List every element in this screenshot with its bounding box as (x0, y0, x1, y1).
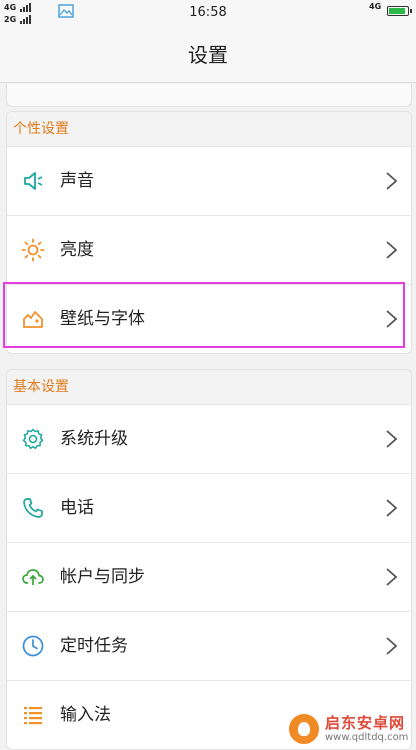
settings-item-label: 输入法 (60, 705, 111, 725)
settings-item-label: 亮度 (60, 240, 94, 260)
watermark-title: 启东安卓网 (325, 714, 406, 732)
settings-item-sound[interactable]: 声音 (7, 147, 411, 216)
settings-item-label: 系统升级 (60, 429, 128, 449)
settings-item-brightness[interactable]: 亮度 (7, 216, 411, 285)
phone-icon (23, 498, 43, 518)
section-title-basic: 基本设置 (7, 370, 411, 405)
cloud-sync-icon (22, 569, 44, 585)
watermark-logo-icon (287, 712, 321, 746)
site-watermark: 启东安卓网 www.qdltdq.com (285, 710, 416, 748)
settings-item-label: 电话 (60, 498, 94, 518)
settings-item-label: 定时任务 (60, 636, 128, 656)
battery-level (389, 8, 406, 14)
previous-section-card-edge (6, 84, 412, 107)
settings-item-system-update[interactable]: 系统升级 (7, 405, 411, 474)
system-update-icon (22, 428, 44, 450)
settings-item-label: 声音 (60, 171, 94, 191)
section-title-personalization: 个性设置 (7, 112, 411, 147)
section-basic: 基本设置 系统升级 电话 帐户与同步 定时任务 输入法 (6, 369, 412, 750)
chevron-right-icon (386, 637, 398, 655)
chevron-right-icon (386, 568, 398, 586)
settings-item-scheduled-tasks[interactable]: 定时任务 (7, 612, 411, 681)
settings-item-wallpaper-fonts[interactable]: 壁纸与字体 (7, 285, 411, 353)
battery-icon (387, 6, 412, 16)
network-type-right: 4G (369, 2, 382, 11)
settings-item-label: 壁纸与字体 (60, 309, 145, 329)
chevron-right-icon (386, 430, 398, 448)
clock-icon (22, 635, 44, 657)
clock-time: 16:58 (189, 5, 227, 20)
brightness-icon (21, 238, 45, 262)
wallpaper-icon (23, 311, 43, 328)
watermark-url: www.qdltdq.com (325, 732, 409, 743)
chevron-right-icon (386, 310, 398, 328)
settings-item-accounts-sync[interactable]: 帐户与同步 (7, 543, 411, 612)
page-title: 设置 (0, 28, 416, 83)
chevron-right-icon (386, 499, 398, 517)
chevron-right-icon (386, 241, 398, 259)
settings-item-label: 帐户与同步 (60, 567, 145, 587)
speaker-icon (24, 172, 43, 190)
settings-item-phone[interactable]: 电话 (7, 474, 411, 543)
section-personalization: 个性设置 声音 亮度 壁纸与字体 (6, 111, 412, 354)
status-bar: 4G 2G 16:58 4G (0, 0, 416, 28)
chevron-right-icon (386, 172, 398, 190)
keyboard-icon (24, 707, 42, 725)
